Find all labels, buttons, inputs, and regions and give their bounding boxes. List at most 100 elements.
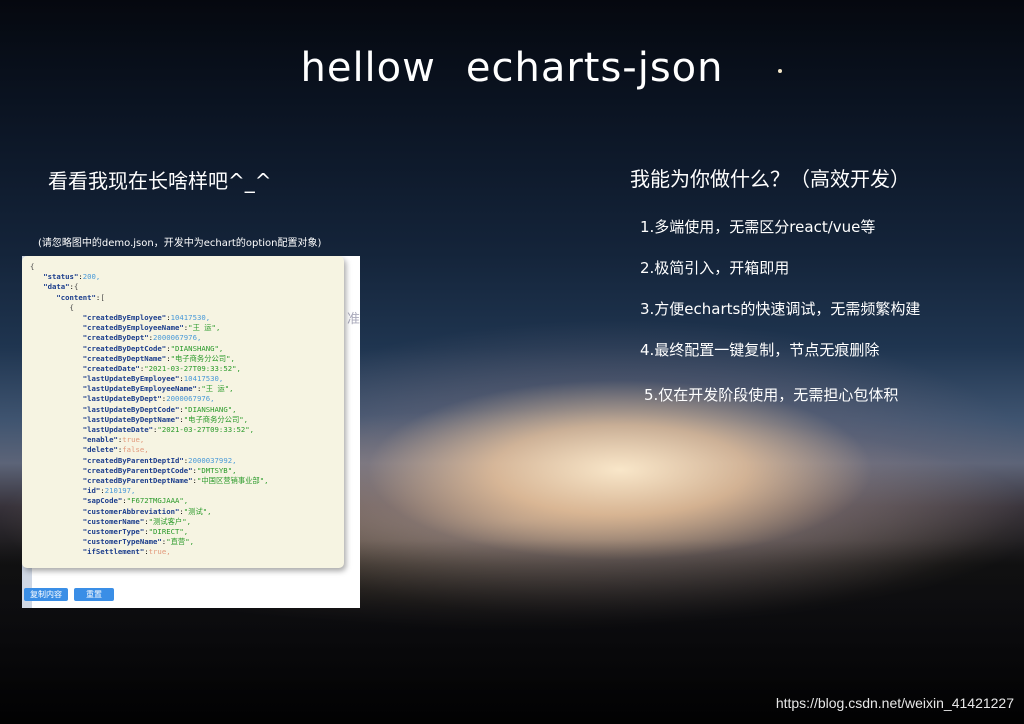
json-value: 10417530,	[170, 312, 211, 322]
json-value: true,	[122, 435, 145, 445]
right-heading: 我能为你做什么？（高效开发）	[630, 167, 910, 191]
json-key: "delete"	[82, 445, 118, 455]
page-title: hellow echarts-json	[0, 45, 1024, 91]
json-value: 210197,	[104, 486, 136, 496]
json-value: "2021-03-27T09:33:52",	[157, 425, 255, 434]
reset-button[interactable]: 重置	[74, 588, 114, 601]
json-value: 2000067976,	[166, 394, 215, 404]
json-line: "createdByParentDeptCode":"DMTSYB",	[82, 465, 237, 475]
json-value: "测试",	[183, 506, 212, 516]
json-key: "id"	[82, 486, 101, 496]
json-value: "DIANSHANG",	[170, 343, 224, 353]
json-value: "F672TMGJAAA",	[126, 496, 189, 506]
json-key: "sapCode"	[82, 496, 123, 506]
json-line: "createdByDeptName":"电子商务分公司",	[82, 353, 235, 363]
demo-note: (请忽略图中的demo.json，开发中为echart的option配置对象)	[38, 238, 322, 249]
json-line: "delete":false,	[82, 445, 149, 455]
json-value: {	[73, 282, 79, 292]
json-line: "lastUpdateByEmployee":10417530,	[82, 374, 224, 384]
title-part-2: echarts-json	[465, 45, 724, 91]
json-line: "data":{	[43, 282, 79, 292]
json-line: "createdByParentDeptName":"中国区营销事业部",	[82, 475, 269, 485]
json-key: "lastUpdateDate"	[82, 425, 154, 434]
copy-content-button[interactable]: 复制内容	[24, 588, 68, 601]
json-value: 2000037992,	[188, 455, 237, 465]
title-part-1: hellow	[300, 45, 436, 91]
json-key: "lastUpdateByDeptName"	[82, 414, 180, 424]
json-value: "电子商务分公司",	[183, 414, 249, 424]
json-line: "lastUpdateByDeptName":"电子商务分公司",	[82, 414, 249, 424]
json-key: "createdByDeptCode"	[82, 343, 167, 353]
json-value: "王 运",	[188, 323, 221, 333]
json-line: "createdByParentDeptId":2000037992,	[82, 455, 237, 465]
json-line: "createdByEmployee":10417530,	[82, 312, 211, 322]
json-key: "lastUpdateByEmployee"	[82, 374, 180, 384]
json-value: "DIRECT",	[148, 526, 189, 536]
json-key: "createdDate"	[82, 363, 140, 373]
json-key: "createdByParentDeptCode"	[82, 465, 193, 475]
json-preview[interactable]: { "status":200, "data":{ "content":[ { "…	[22, 256, 344, 568]
json-value: false,	[122, 445, 149, 455]
json-key: "createdByDept"	[82, 333, 149, 343]
json-value: 10417530,	[183, 374, 224, 384]
json-key: "status"	[43, 272, 79, 282]
json-value: {	[69, 302, 74, 312]
star-dot	[778, 69, 782, 73]
json-value: "测试客户",	[148, 516, 192, 526]
json-value: true,	[148, 547, 171, 557]
json-key: "content"	[56, 292, 96, 302]
feature-list: 1.多端使用，无需区分react/vue等 2.极简引入，开箱即用 3.方便ec…	[640, 216, 920, 425]
feature-item: 2.极简引入，开箱即用	[640, 259, 790, 277]
json-line: "createdDate":"2021-03-27T09:33:52",	[82, 363, 241, 373]
json-line: "ifSettlement":true,	[82, 547, 171, 557]
json-value: "DMTSYB",	[196, 465, 237, 475]
json-line: "id":210197,	[82, 486, 136, 496]
json-value: 200,	[82, 272, 101, 282]
screenshot-panel: 准 { "status":200, "data":{ "content":[ {…	[22, 256, 360, 608]
json-line: {	[30, 262, 344, 272]
json-value: "直营",	[166, 537, 194, 547]
feature-item: 5.仅在开发阶段使用，无需担心包体积	[644, 386, 899, 404]
json-key: "createdByParentDeptName"	[82, 475, 193, 485]
json-key: "lastUpdateByDeptCode"	[82, 404, 180, 414]
json-key: "customerType"	[82, 526, 145, 536]
json-key: "createdByParentDeptId"	[82, 455, 184, 465]
json-line: "status":200,	[43, 272, 101, 282]
json-key: "customerName"	[82, 516, 145, 526]
json-key: "createdByDeptName"	[82, 353, 167, 363]
feature-item: 4.最终配置一键复制，节点无痕删除	[640, 341, 880, 359]
json-value: 2000067976,	[153, 333, 202, 343]
json-line: "customerName":"测试客户",	[82, 516, 192, 526]
feature-item: 3.方便echarts的快速调试，无需频繁构建	[640, 300, 921, 318]
json-line: "customerType":"DIRECT",	[82, 526, 189, 536]
json-key: "lastUpdateByEmployeeName"	[82, 384, 197, 394]
button-row: 复制内容 重置	[24, 588, 120, 607]
feature-item: 1.多端使用，无需区分react/vue等	[640, 218, 876, 236]
json-line: {	[30, 303, 344, 313]
json-value: [	[100, 292, 105, 302]
background-text-fragment: 准	[346, 312, 360, 327]
json-line: "createdByDept":2000067976,	[82, 333, 202, 343]
json-key: "ifSettlement"	[82, 547, 145, 557]
json-value: "DIANSHANG",	[183, 404, 237, 414]
json-key: "createdByEmployee"	[82, 312, 167, 322]
json-key: "customerTypeName"	[82, 537, 162, 547]
json-value: {	[30, 262, 35, 271]
json-line: "lastUpdateByDeptCode":"DIANSHANG",	[82, 404, 237, 414]
json-line: "createdByDeptCode":"DIANSHANG",	[82, 343, 224, 353]
json-key: "createdByEmployeeName"	[82, 323, 184, 333]
json-value: "电子商务分公司",	[170, 353, 235, 363]
json-line: "customerTypeName":"直营",	[82, 537, 194, 547]
json-key: "customerAbbreviation"	[82, 506, 180, 516]
json-line: "enable":true,	[82, 435, 145, 445]
json-line: "lastUpdateDate":"2021-03-27T09:33:52",	[82, 425, 255, 434]
json-key: "enable"	[82, 435, 118, 445]
json-value: "王 运",	[201, 384, 234, 394]
json-value: "中国区营销事业部",	[196, 475, 269, 485]
json-line: "customerAbbreviation":"测试",	[82, 506, 212, 516]
json-key: "data"	[43, 282, 70, 292]
json-key: "lastUpdateByDept"	[82, 394, 162, 404]
json-line: "lastUpdateByEmployeeName":"王 运",	[82, 384, 234, 394]
json-line: "lastUpdateByDept":2000067976,	[82, 394, 215, 404]
json-value: "2021-03-27T09:33:52",	[144, 363, 241, 373]
